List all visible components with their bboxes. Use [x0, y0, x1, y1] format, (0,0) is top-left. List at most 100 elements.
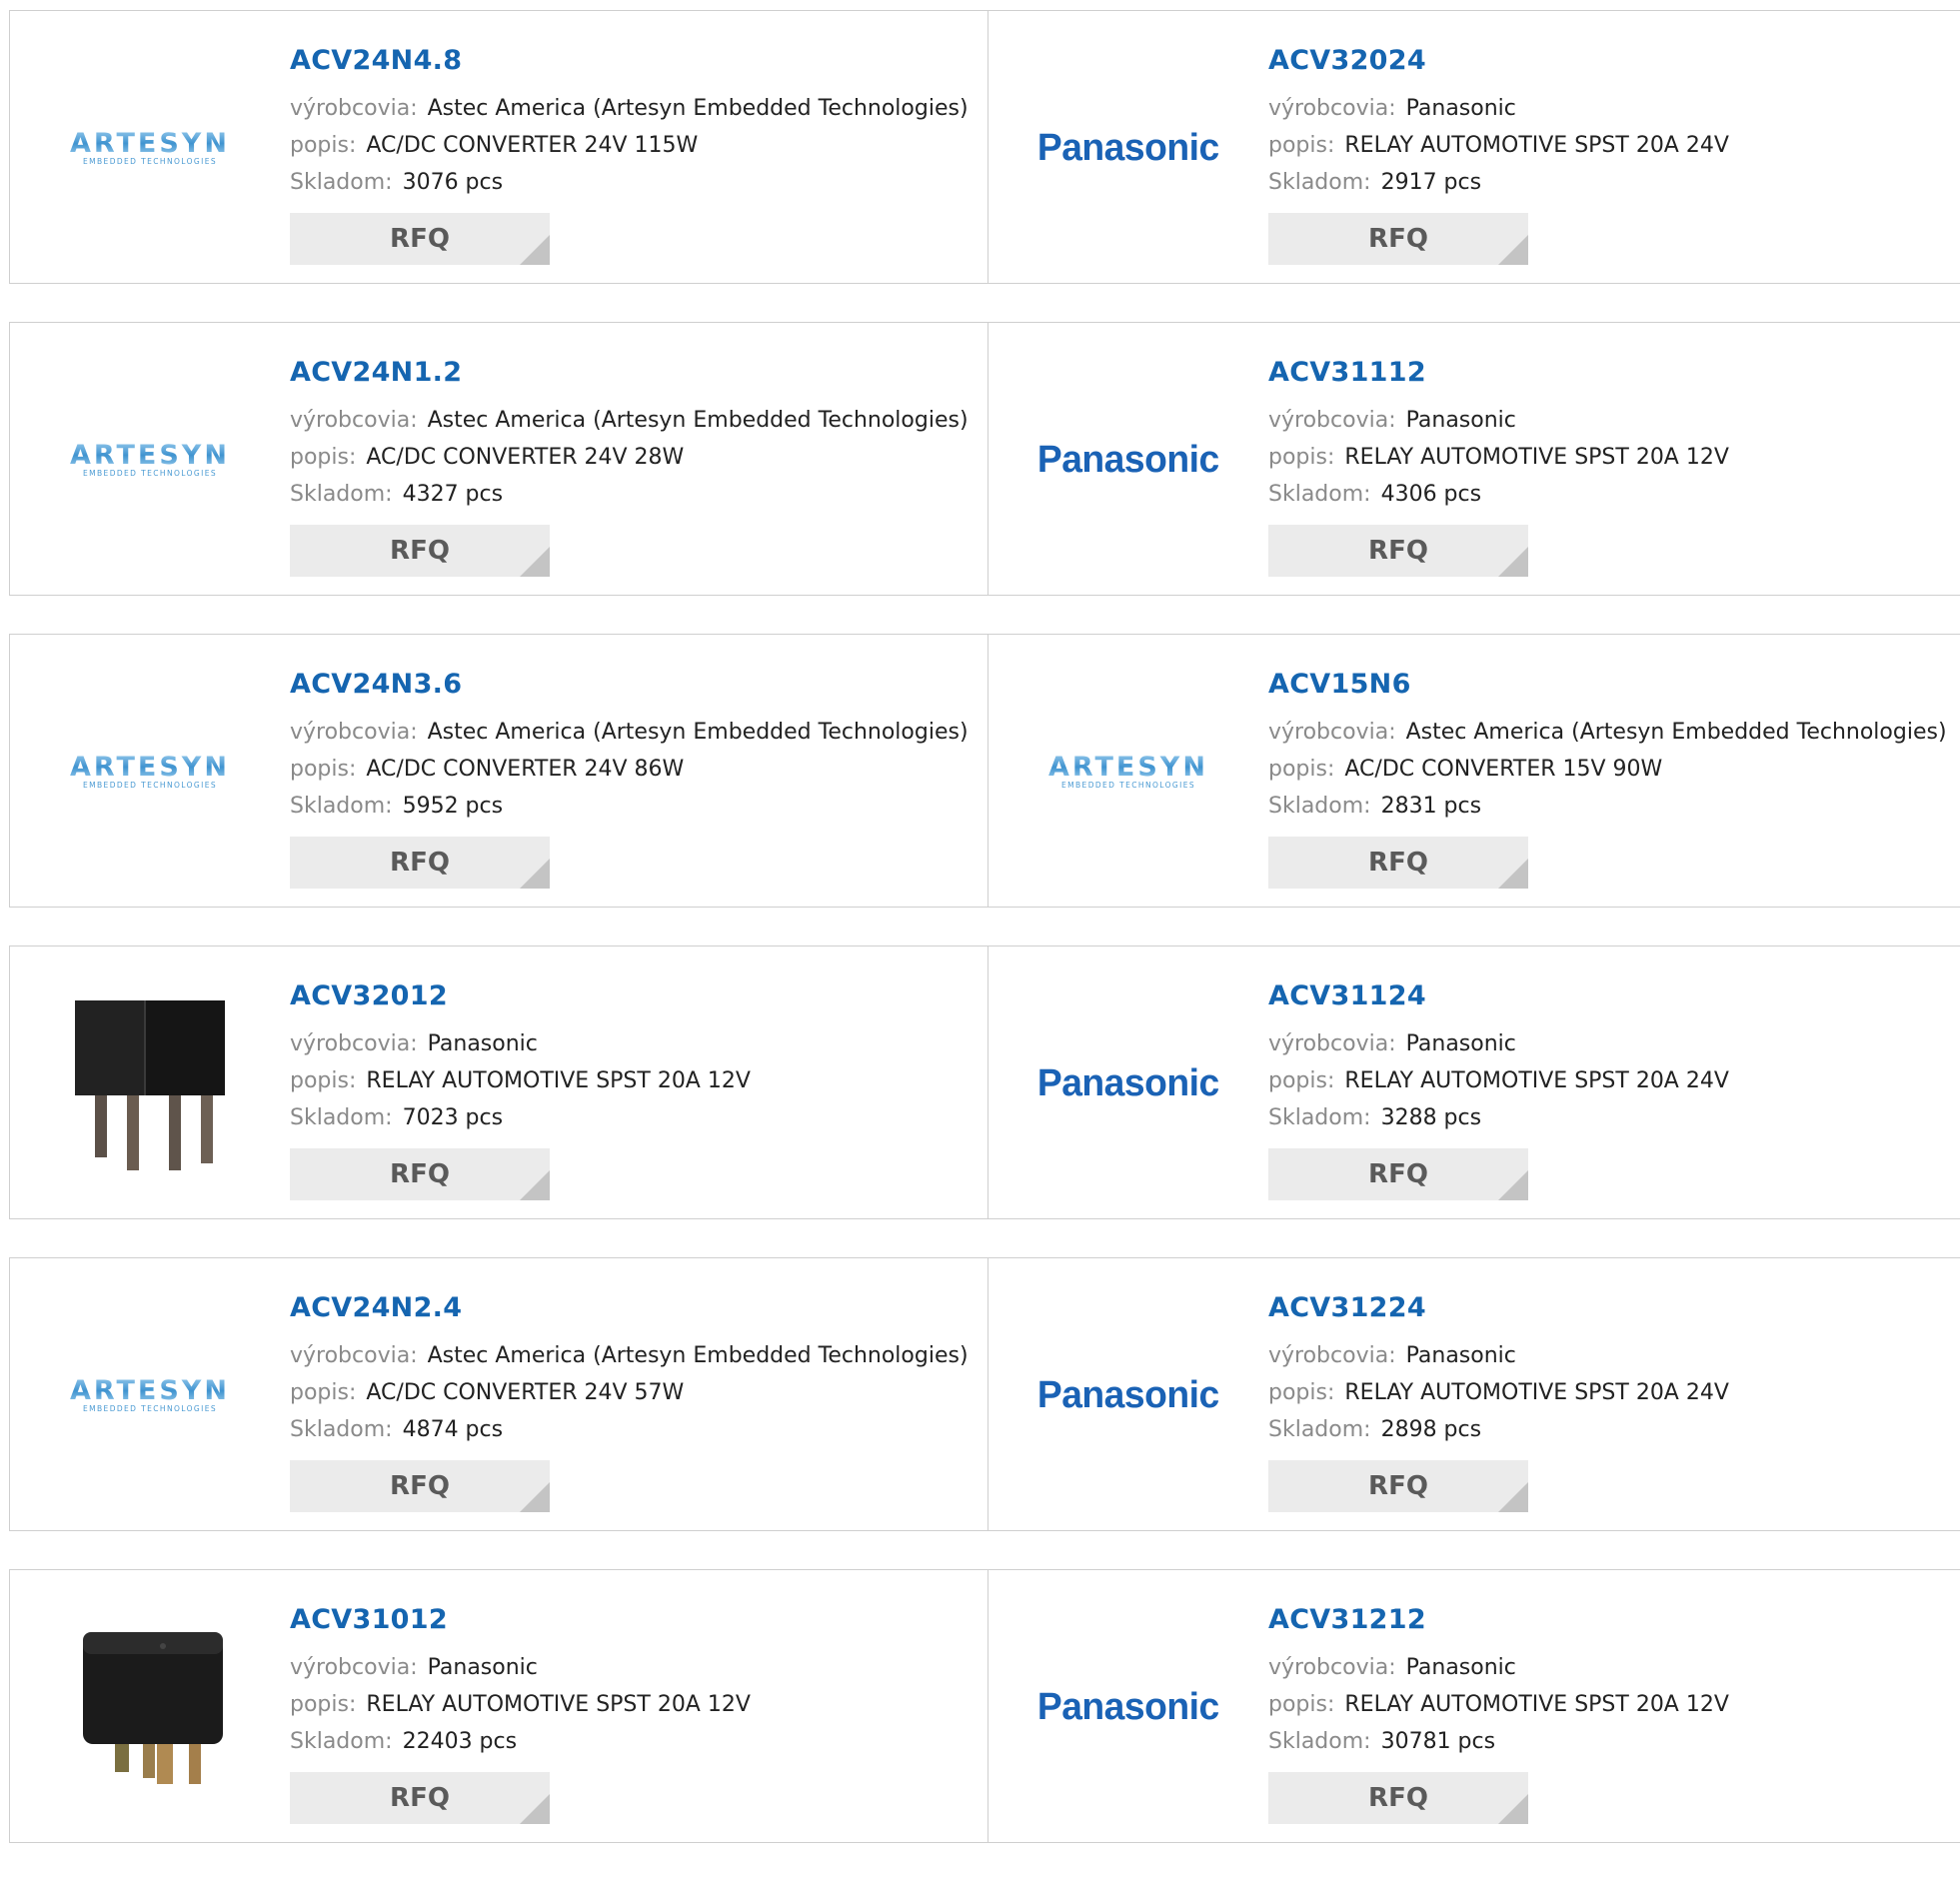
stock-label: Skladom: — [1268, 794, 1371, 819]
rfq-corner-decoration — [1498, 1794, 1528, 1824]
product-card: Panasonic ACV31124 výrobcovia: Panasonic … — [987, 946, 1960, 1218]
stock-value: 2831 pcs — [1380, 794, 1482, 819]
manufacturer-value: Panasonic — [427, 1031, 538, 1056]
stock-label: Skladom: — [1268, 1105, 1371, 1130]
rfq-button[interactable]: RFQ — [290, 1772, 550, 1824]
product-image[interactable]: Panasonic — [1028, 365, 1228, 555]
manufacturer-label: výrobcovia: — [1268, 408, 1396, 433]
rfq-button[interactable]: RFQ — [1268, 1460, 1528, 1512]
rfq-corner-decoration — [520, 235, 550, 265]
manufacturer-label: výrobcovia: — [1268, 1343, 1396, 1368]
stock-label: Skladom: — [1268, 482, 1371, 507]
manufacturer-row: výrobcovia: Panasonic — [290, 1025, 978, 1062]
description-label: popis: — [290, 1380, 357, 1405]
rfq-button[interactable]: RFQ — [1268, 1772, 1528, 1824]
panasonic-logo: Panasonic — [1037, 126, 1219, 169]
rfq-button[interactable]: RFQ — [290, 837, 550, 889]
description-row: popis: RELAY AUTOMOTIVE SPST 20A 12V — [1268, 439, 1951, 476]
part-number-link[interactable]: ACV31112 — [1268, 357, 1951, 388]
part-number-link[interactable]: ACV24N2.4 — [290, 1292, 978, 1323]
product-row: ARTESYN EMBEDDED TECHNOLOGIES ACV24N3.6 v… — [9, 634, 1960, 908]
product-image[interactable]: Panasonic — [1028, 53, 1228, 243]
description-value: RELAY AUTOMOTIVE SPST 20A 12V — [1344, 445, 1729, 470]
rfq-button[interactable]: RFQ — [290, 525, 550, 577]
product-image[interactable]: ARTESYN EMBEDDED TECHNOLOGIES — [50, 1300, 250, 1490]
svg-text:ARTESYN: ARTESYN — [70, 1375, 230, 1406]
rfq-button[interactable]: RFQ — [1268, 1148, 1528, 1200]
product-card: ARTESYN EMBEDDED TECHNOLOGIES ACV24N3.6 v… — [10, 635, 987, 907]
product-card: Panasonic ACV31212 výrobcovia: Panasonic … — [987, 1570, 1960, 1842]
stock-row: Skladom: 3288 pcs — [1268, 1099, 1951, 1136]
stock-label: Skladom: — [290, 170, 393, 195]
manufacturer-label: výrobcovia: — [290, 1343, 418, 1368]
part-number-link[interactable]: ACV15N6 — [1268, 669, 1951, 700]
manufacturer-value: Astec America (Artesyn Embedded Technolo… — [427, 1343, 969, 1368]
product-card: Panasonic ACV32024 výrobcovia: Panasonic … — [987, 11, 1960, 283]
manufacturer-row: výrobcovia: Astec America (Artesyn Embedd… — [290, 90, 978, 127]
stock-row: Skladom: 7023 pcs — [290, 1099, 978, 1136]
product-info: ACV32012 výrobcovia: Panasonic popis: RELA… — [290, 980, 978, 1200]
stock-row: Skladom: 4874 pcs — [290, 1411, 978, 1448]
manufacturer-row: výrobcovia: Panasonic — [1268, 402, 1951, 439]
product-card: ARTESYN EMBEDDED TECHNOLOGIES ACV24N2.4 v… — [10, 1258, 987, 1530]
description-value: AC/DC CONVERTER 24V 115W — [366, 133, 699, 158]
description-label: popis: — [1268, 757, 1335, 782]
artesyn-logo: ARTESYN EMBEDDED TECHNOLOGIES — [50, 752, 250, 792]
description-label: popis: — [290, 1692, 357, 1717]
description-row: popis: RELAY AUTOMOTIVE SPST 20A 24V — [1268, 1062, 1951, 1099]
product-image[interactable]: ARTESYN EMBEDDED TECHNOLOGIES — [1028, 677, 1228, 867]
product-info: ACV24N3.6 výrobcovia: Astec America (Arte… — [290, 669, 978, 889]
rfq-button[interactable]: RFQ — [290, 1148, 550, 1200]
product-image[interactable]: Panasonic — [1028, 988, 1228, 1178]
rfq-corner-decoration — [520, 1482, 550, 1512]
part-number-link[interactable]: ACV31012 — [290, 1604, 978, 1635]
manufacturer-label: výrobcovia: — [290, 1655, 418, 1680]
part-number-link[interactable]: ACV24N3.6 — [290, 669, 978, 700]
part-number-link[interactable]: ACV32012 — [290, 980, 978, 1011]
panasonic-logo: Panasonic — [1037, 1685, 1219, 1728]
svg-text:ARTESYN: ARTESYN — [70, 128, 230, 159]
description-row: popis: AC/DC CONVERTER 24V 115W — [290, 127, 978, 164]
description-value: RELAY AUTOMOTIVE SPST 20A 24V — [1344, 1068, 1729, 1093]
part-number-link[interactable]: ACV24N1.2 — [290, 357, 978, 388]
product-info: ACV15N6 výrobcovia: Astec America (Artesy… — [1268, 669, 1951, 889]
product-card: ARTESYN EMBEDDED TECHNOLOGIES ACV24N1.2 v… — [10, 323, 987, 595]
product-image[interactable] — [50, 988, 250, 1178]
part-number-link[interactable]: ACV24N4.8 — [290, 45, 978, 76]
artesyn-logo: ARTESYN EMBEDDED TECHNOLOGIES — [50, 1375, 250, 1415]
part-number-link[interactable]: ACV31212 — [1268, 1604, 1951, 1635]
rfq-label: RFQ — [390, 224, 450, 254]
rfq-label: RFQ — [1368, 536, 1428, 566]
description-value: RELAY AUTOMOTIVE SPST 20A 12V — [366, 1692, 751, 1717]
rfq-button[interactable]: RFQ — [290, 1460, 550, 1512]
part-number-link[interactable]: ACV32024 — [1268, 45, 1951, 76]
manufacturer-label: výrobcovia: — [290, 96, 418, 121]
rfq-button[interactable]: RFQ — [290, 213, 550, 265]
description-value: AC/DC CONVERTER 15V 90W — [1344, 757, 1663, 782]
product-image[interactable]: ARTESYN EMBEDDED TECHNOLOGIES — [50, 677, 250, 867]
manufacturer-value: Panasonic — [1405, 96, 1516, 121]
rfq-button[interactable]: RFQ — [1268, 525, 1528, 577]
rfq-button[interactable]: RFQ — [1268, 837, 1528, 889]
svg-text:EMBEDDED TECHNOLOGIES: EMBEDDED TECHNOLOGIES — [83, 781, 217, 790]
rfq-corner-decoration — [1498, 859, 1528, 889]
rfq-corner-decoration — [520, 1170, 550, 1200]
manufacturer-value: Astec America (Artesyn Embedded Technolo… — [1405, 720, 1947, 745]
relay-photo — [83, 1632, 223, 1784]
manufacturer-label: výrobcovia: — [1268, 720, 1396, 745]
product-image[interactable]: Panasonic — [1028, 1612, 1228, 1802]
product-image[interactable]: ARTESYN EMBEDDED TECHNOLOGIES — [50, 53, 250, 243]
part-number-link[interactable]: ACV31124 — [1268, 980, 1951, 1011]
part-number-link[interactable]: ACV31224 — [1268, 1292, 1951, 1323]
product-image[interactable] — [50, 1612, 250, 1802]
description-row: popis: RELAY AUTOMOTIVE SPST 20A 24V — [1268, 1374, 1951, 1411]
svg-text:ARTESYN: ARTESYN — [70, 752, 230, 783]
stock-label: Skladom: — [290, 482, 393, 507]
rfq-button[interactable]: RFQ — [1268, 213, 1528, 265]
product-image[interactable]: ARTESYN EMBEDDED TECHNOLOGIES — [50, 365, 250, 555]
stock-row: Skladom: 3076 pcs — [290, 164, 978, 201]
product-image[interactable]: Panasonic — [1028, 1300, 1228, 1490]
manufacturer-value: Astec America (Artesyn Embedded Technolo… — [427, 96, 969, 121]
rfq-corner-decoration — [520, 1794, 550, 1824]
manufacturer-label: výrobcovia: — [1268, 96, 1396, 121]
